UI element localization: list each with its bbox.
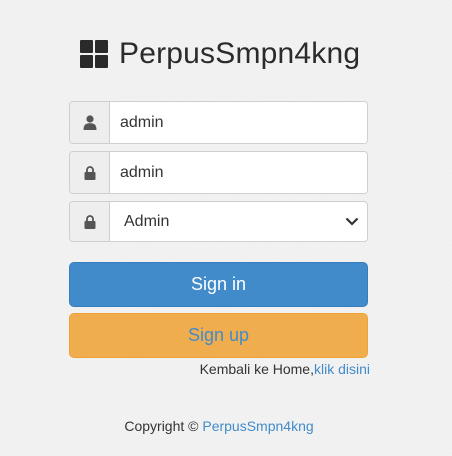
copyright-text: Copyright © <box>124 418 199 434</box>
role-group: Admin <box>69 201 368 242</box>
role-select[interactable]: Admin <box>110 202 367 241</box>
role-select-value: Admin <box>124 212 170 230</box>
chevron-down-icon <box>345 217 359 226</box>
sign-in-button[interactable]: Sign in <box>69 262 368 307</box>
username-group <box>69 101 368 144</box>
sign-up-button[interactable]: Sign up <box>69 313 368 358</box>
footer-brand-link[interactable]: PerpusSmpn4kng <box>202 418 313 434</box>
password-input[interactable] <box>110 152 367 193</box>
brand: PerpusSmpn4kng <box>80 36 360 72</box>
back-home-link[interactable]: klik disini <box>314 361 370 377</box>
page-title: PerpusSmpn4kng <box>119 37 361 70</box>
th-large-icon <box>80 40 108 68</box>
lock-icon <box>70 202 110 241</box>
username-input[interactable] <box>110 102 367 143</box>
password-group <box>69 151 368 194</box>
footer: Copyright © PerpusSmpn4kng <box>0 418 438 434</box>
lock-icon <box>70 152 110 193</box>
user-icon <box>70 102 110 143</box>
back-home-line: Kembali ke Home,klik disini <box>200 361 370 377</box>
back-home-text: Kembali ke Home, <box>199 361 314 377</box>
